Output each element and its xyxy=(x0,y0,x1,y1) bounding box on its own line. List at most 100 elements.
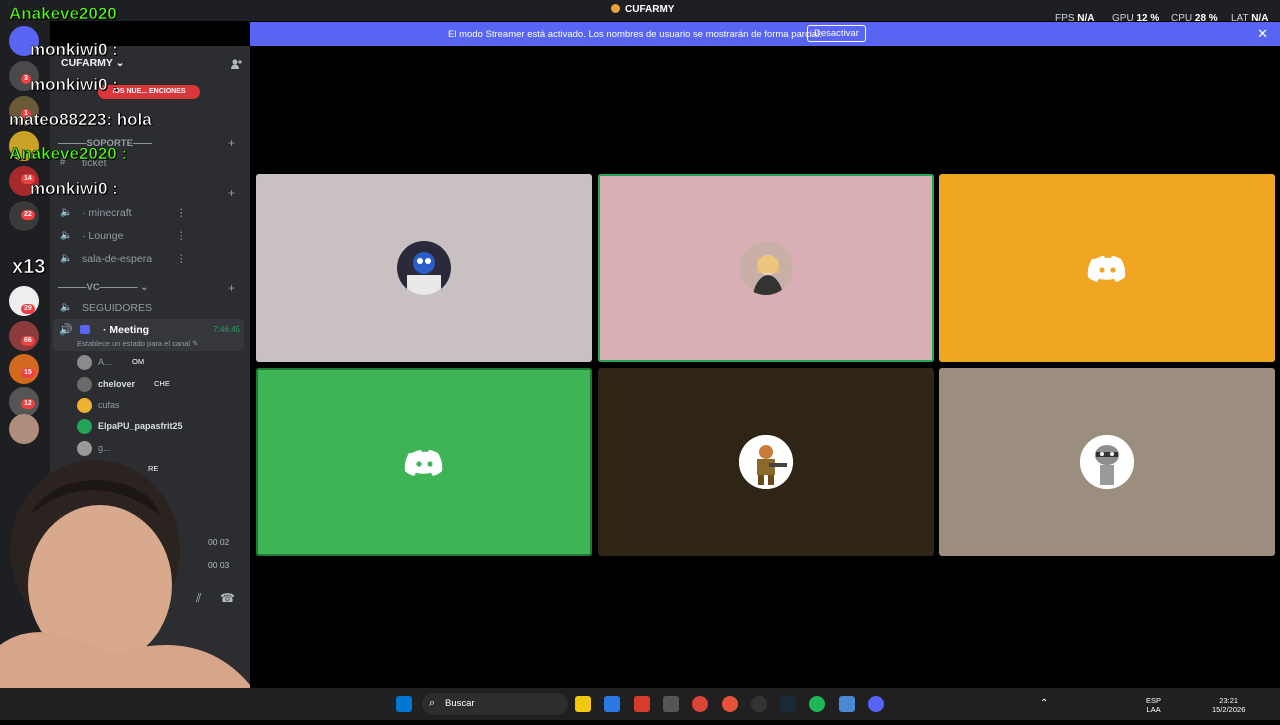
member-name: chelover xyxy=(98,379,136,389)
channel-label: SEGUIDORES xyxy=(82,302,153,314)
clock[interactable]: 23:21 15/2/2026 xyxy=(1212,696,1245,714)
window-title: CUFARMY xyxy=(611,4,674,15)
overlay-chat-user: Anakeve2020 xyxy=(9,4,117,24)
disable-streamer-button[interactable]: Desactivar xyxy=(807,25,866,42)
overlay-chat-user: monkiwi0 : xyxy=(30,179,118,199)
speaker-icon: 🔈 xyxy=(60,230,73,241)
add-channel-icon[interactable]: + xyxy=(228,136,235,150)
language-code: ESP xyxy=(1146,696,1162,705)
meeting-name: · Meeting xyxy=(103,324,150,336)
streamer-mode-banner: El modo Streamer está activado. Los nomb… xyxy=(250,22,1280,46)
channel-label: sala-de-espera xyxy=(82,253,153,265)
spotify-icon[interactable] xyxy=(809,696,825,712)
search-input[interactable]: ⌕ Buscar xyxy=(422,693,568,715)
notepad-icon[interactable] xyxy=(839,696,855,712)
avatar xyxy=(77,398,92,413)
speaker-icon: 🔊 xyxy=(59,324,73,336)
member-tag: OM xyxy=(132,357,145,366)
calendar-icon xyxy=(80,325,90,334)
office-icon[interactable] xyxy=(604,696,620,712)
clock-time: 23:21 xyxy=(1219,696,1239,705)
overlay-chat-user: monkiwi0 : xyxy=(30,40,118,60)
member-name: g... xyxy=(98,443,111,453)
tray-chevron-icon[interactable]: ⌃ xyxy=(1040,698,1048,709)
overlay-chat-user: monkiwi0 : xyxy=(30,75,118,95)
video-tile-speaking[interactable] xyxy=(598,174,934,362)
overlay-chat-user: mateo88223 xyxy=(9,110,107,130)
member-name: A... xyxy=(98,357,112,367)
add-channel-icon[interactable]: + xyxy=(228,281,235,295)
channel-meeting[interactable]: 🔊 · Meeting 7:46:45 Establece un estado … xyxy=(53,319,244,351)
channel-status[interactable]: Establece un estado para el canal ✎ xyxy=(77,339,198,348)
user-avatar xyxy=(739,241,793,295)
more-icon[interactable]: ⋮ xyxy=(176,253,187,265)
overlay-chat-line: mateo88223: hola xyxy=(9,110,152,130)
chrome-profile-icon[interactable] xyxy=(722,696,738,712)
search-placeholder: Buscar xyxy=(445,698,475,709)
overlay-chat-multiplier: x13 xyxy=(12,256,46,279)
app-icon xyxy=(611,4,620,13)
server-icon[interactable] xyxy=(9,414,39,444)
search-icon: ⌕ xyxy=(429,697,436,709)
channel-seguidores[interactable]: 🔈 SEGUIDORES xyxy=(60,299,240,319)
file-explorer-icon[interactable] xyxy=(575,696,591,712)
avatar xyxy=(77,377,92,392)
store-icon[interactable] xyxy=(663,696,679,712)
speaker-icon: 🔈 xyxy=(60,207,73,218)
window-title-text: CUFARMY xyxy=(625,4,675,15)
user-avatar xyxy=(1080,435,1134,489)
channel-minecraft[interactable]: 🔈 · minecraft ⋮ xyxy=(60,204,240,224)
unread-badge: 22 xyxy=(21,210,35,220)
obs-icon[interactable] xyxy=(751,696,767,712)
speaker-icon: 🔈 xyxy=(60,302,73,313)
video-tile[interactable] xyxy=(939,174,1275,362)
channel-lounge[interactable]: 🔈 · Lounge ⋮ xyxy=(60,227,240,247)
unread-badge: 12 xyxy=(21,399,35,409)
app-icon[interactable] xyxy=(634,696,650,712)
channel-label: · Lounge xyxy=(82,230,124,242)
streamer-mode-message: El modo Streamer está activado. Los nomb… xyxy=(448,29,822,40)
webcam-overlay xyxy=(0,455,250,720)
avatar xyxy=(77,355,92,370)
speaker-icon: 🔈 xyxy=(60,253,73,264)
video-tile[interactable] xyxy=(939,368,1275,556)
overlay-chat-text: : hola xyxy=(106,110,152,130)
unread-badge: 29 xyxy=(21,304,35,314)
category-vc[interactable]: ———VC———— ⌄ xyxy=(58,282,148,293)
voice-member[interactable]: A... OM xyxy=(77,354,237,372)
discord-icon xyxy=(397,435,451,489)
video-tile[interactable] xyxy=(256,368,592,556)
avatar xyxy=(77,419,92,434)
unread-badge: 15 xyxy=(21,368,35,378)
member-name: cufas xyxy=(98,400,120,410)
member-tag: CHE xyxy=(154,379,170,388)
add-member-icon[interactable] xyxy=(230,58,242,73)
voice-member[interactable]: chelover CHE xyxy=(77,376,237,394)
member-name: ElpaPU_papasfrit25 xyxy=(98,421,183,431)
chrome-icon[interactable] xyxy=(692,696,708,712)
add-channel-icon[interactable]: + xyxy=(228,186,235,200)
title-bar: CUFARMY FPS N/A GPU 12 % CPU 28 % LAT N/… xyxy=(0,0,1280,24)
video-tile[interactable] xyxy=(598,368,934,556)
unread-badge: 66 xyxy=(21,336,35,346)
discord-taskbar-icon[interactable] xyxy=(868,696,884,712)
steam-icon[interactable] xyxy=(780,696,796,712)
clock-date: 15/2/2026 xyxy=(1212,705,1246,714)
more-icon[interactable]: ⋮ xyxy=(176,230,187,242)
video-tile[interactable] xyxy=(256,174,592,362)
channel-sala-de-espera[interactable]: 🔈 sala-de-espera ⋮ xyxy=(60,250,240,270)
close-icon[interactable]: ✕ xyxy=(1257,26,1268,42)
user-avatar xyxy=(397,241,451,295)
voice-member[interactable]: cufas xyxy=(77,397,237,415)
meeting-timer: 7:46:45 xyxy=(213,325,240,334)
user-avatar xyxy=(739,435,793,489)
input-language[interactable]: ESP LAA xyxy=(1146,696,1161,714)
channel-label: · minecraft xyxy=(82,207,132,219)
avatar xyxy=(77,441,92,456)
overlay-chat-user: Anakeve2020 : xyxy=(9,144,128,164)
keyboard-layout: LAA xyxy=(1146,705,1161,714)
windows-taskbar: ⌕ Buscar ⌃ ESP LAA 23:21 15/2/2026 xyxy=(0,688,1280,720)
voice-member[interactable]: ElpaPU_papasfrit25 xyxy=(77,418,237,436)
start-icon[interactable] xyxy=(396,696,412,712)
more-icon[interactable]: ⋮ xyxy=(176,207,187,219)
